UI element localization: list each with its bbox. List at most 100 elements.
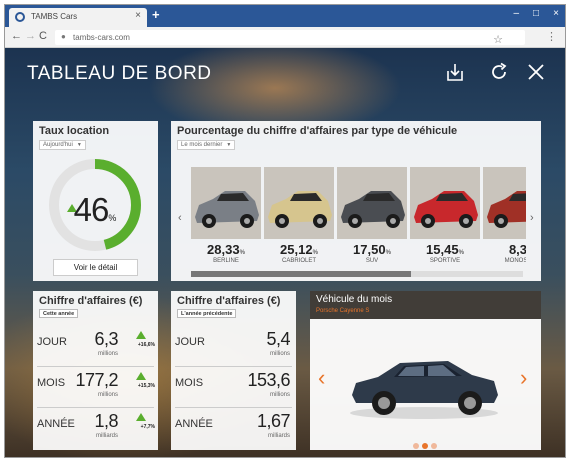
percent-value: 17,50	[353, 242, 386, 257]
revenue-value: 177,2	[75, 370, 118, 390]
trend-up-icon	[136, 372, 146, 380]
back-arrow-icon[interactable]: ←	[11, 30, 22, 42]
percent-unit: %	[239, 250, 245, 256]
dashboard: TABLEAU DE BORD Taux location Aujourd'hu…	[5, 48, 565, 457]
percent-value: 8,3	[508, 242, 526, 257]
revenue-previous-title: Chiffre d'affaires (€)	[177, 295, 281, 307]
revenue-current-card: Chiffre d'affaires (€) Cette année JOUR 6…	[33, 291, 158, 450]
revenue-current-title: Chiffre d'affaires (€)	[39, 295, 143, 307]
vehicle-subtitle: Porsche Cayenne S	[316, 308, 370, 314]
vehicle-type-image	[410, 167, 480, 239]
revenue-unit: milliards	[267, 433, 290, 439]
revenue-previous-period: L'année précédente	[177, 309, 237, 318]
vehicle-type-label: CABRIOLET	[281, 258, 316, 264]
vehicle-of-month-card: Véhicule du mois Porsche Cayenne S ‹ ›	[310, 291, 541, 450]
url-field[interactable]: ● tambs-cars.com ☆	[55, 30, 525, 46]
revenue-unit: millions	[269, 351, 290, 357]
vehicle-type-item[interactable]	[264, 167, 334, 239]
row-divider	[37, 366, 154, 367]
window-close-button[interactable]: ×	[553, 8, 559, 19]
percent-value: 28,33	[207, 242, 240, 257]
percent-unit: %	[385, 250, 391, 256]
revenue-value: 1,67	[256, 411, 291, 431]
percent-value: 25,12	[280, 242, 313, 257]
browser-titlebar: TAMBS Cars × + – □ ×	[5, 5, 565, 27]
percent-unit: %	[458, 250, 464, 256]
revenue-row: JOUR 5,4 millions	[171, 329, 296, 369]
browser-tab[interactable]: TAMBS Cars ×	[9, 8, 147, 27]
minimize-button[interactable]: –	[513, 8, 519, 19]
carousel-next-icon[interactable]: ›	[530, 212, 534, 224]
revenue-by-type-card: Pourcentage du chiffre d'affaires par ty…	[171, 121, 541, 281]
revenue-row: MOIS 177,2 millions +15,3%	[33, 370, 158, 410]
revenue-value: 5,4	[266, 329, 290, 349]
vehicle-header: Véhicule du mois Porsche Cayenne S	[310, 291, 541, 319]
vehicle-type-item[interactable]	[410, 167, 480, 239]
vehicle-type-percent: 8,3	[483, 242, 526, 257]
refresh-icon[interactable]	[489, 62, 509, 82]
browser-window: TAMBS Cars × + – □ × ← → C ● tambs-cars.…	[4, 4, 566, 458]
browser-menu-icon[interactable]: ⋮	[546, 30, 557, 43]
vehicle-type-image	[337, 167, 407, 239]
close-icon[interactable]	[526, 62, 546, 82]
vehicle-type-item[interactable]	[191, 167, 261, 239]
page-title: TABLEAU DE BORD	[27, 63, 212, 84]
vehicle-type-percent: 28,33%	[191, 242, 261, 257]
revenue-current-period: Cette année	[39, 309, 79, 318]
vehicle-type-label: SPORTIVE	[429, 258, 461, 264]
vehicle-title: Véhicule du mois	[316, 294, 393, 305]
taux-period-value: Aujourd'hui	[43, 142, 73, 148]
revenue-period-label: JOUR	[175, 336, 205, 348]
maximize-button[interactable]: □	[533, 8, 539, 19]
forward-arrow-icon[interactable]: →	[25, 30, 36, 42]
revenue-delta: +15,3%	[137, 383, 155, 389]
tab-title: TAMBS Cars	[31, 12, 78, 21]
vehicle-type-image	[191, 167, 261, 239]
revenue-value: 1,8	[94, 411, 118, 431]
vehicle-next-icon[interactable]: ›	[520, 365, 527, 391]
revenue-unit: millions	[97, 392, 118, 398]
vehicle-type-list: 28,33% BERLINE 25,12% CABRIOLET 17,50% SUV 15,…	[171, 121, 526, 271]
vehicle-image	[350, 361, 498, 419]
new-tab-button[interactable]: +	[152, 7, 160, 22]
revenue-delta: +16,6%	[137, 342, 155, 348]
percent-unit: %	[312, 250, 318, 256]
revenue-unit: millions	[97, 351, 118, 357]
vehicle-type-percent: 15,45%	[410, 242, 480, 257]
vehicle-type-item[interactable]	[337, 167, 407, 239]
vehicle-prev-icon[interactable]: ‹	[318, 365, 325, 391]
carousel-dots	[413, 436, 440, 454]
trend-up-icon	[136, 413, 146, 421]
vehicle-type-percent: 25,12%	[264, 242, 334, 257]
vehicle-type-percent: 17,50%	[337, 242, 407, 257]
revenue-period-label: JOUR	[37, 336, 67, 348]
taux-number: 46	[73, 191, 110, 228]
scrollbar-thumb[interactable]	[191, 271, 411, 277]
reload-icon[interactable]: C	[39, 30, 47, 42]
horizontal-scrollbar[interactable]	[191, 271, 523, 277]
vehicle-type-item[interactable]	[483, 167, 526, 239]
bookmark-star-icon[interactable]: ☆	[493, 33, 503, 46]
download-icon[interactable]	[445, 62, 465, 82]
revenue-period-label: MOIS	[37, 377, 66, 389]
view-detail-button[interactable]: Voir le détail	[53, 259, 138, 276]
revenue-row: JOUR 6,3 millions +16,6%	[33, 329, 158, 369]
carousel-dot[interactable]	[422, 443, 428, 449]
vehicle-type-image	[483, 167, 526, 239]
url-text: tambs-cars.com	[73, 33, 130, 42]
revenue-period-label: ANNÉE	[175, 418, 213, 430]
taux-value: 46%	[47, 191, 143, 229]
carousel-dot[interactable]	[413, 443, 419, 449]
tab-close-icon[interactable]: ×	[135, 10, 141, 21]
carousel-dot[interactable]	[431, 443, 437, 449]
trend-up-icon	[136, 331, 146, 339]
revenue-value: 6,3	[94, 329, 118, 349]
row-divider	[175, 366, 292, 367]
address-bar: ← → C ● tambs-cars.com ☆ ⋮	[5, 27, 565, 48]
revenue-delta: +7,7%	[140, 424, 155, 430]
revenue-previous-card: Chiffre d'affaires (€) L'année précédent…	[171, 291, 296, 450]
taux-unit: %	[108, 213, 117, 223]
revenue-row: MOIS 153,6 millions	[171, 370, 296, 410]
revenue-period-label: MOIS	[175, 377, 204, 389]
taux-period-select[interactable]: Aujourd'hui ▼	[39, 140, 86, 150]
